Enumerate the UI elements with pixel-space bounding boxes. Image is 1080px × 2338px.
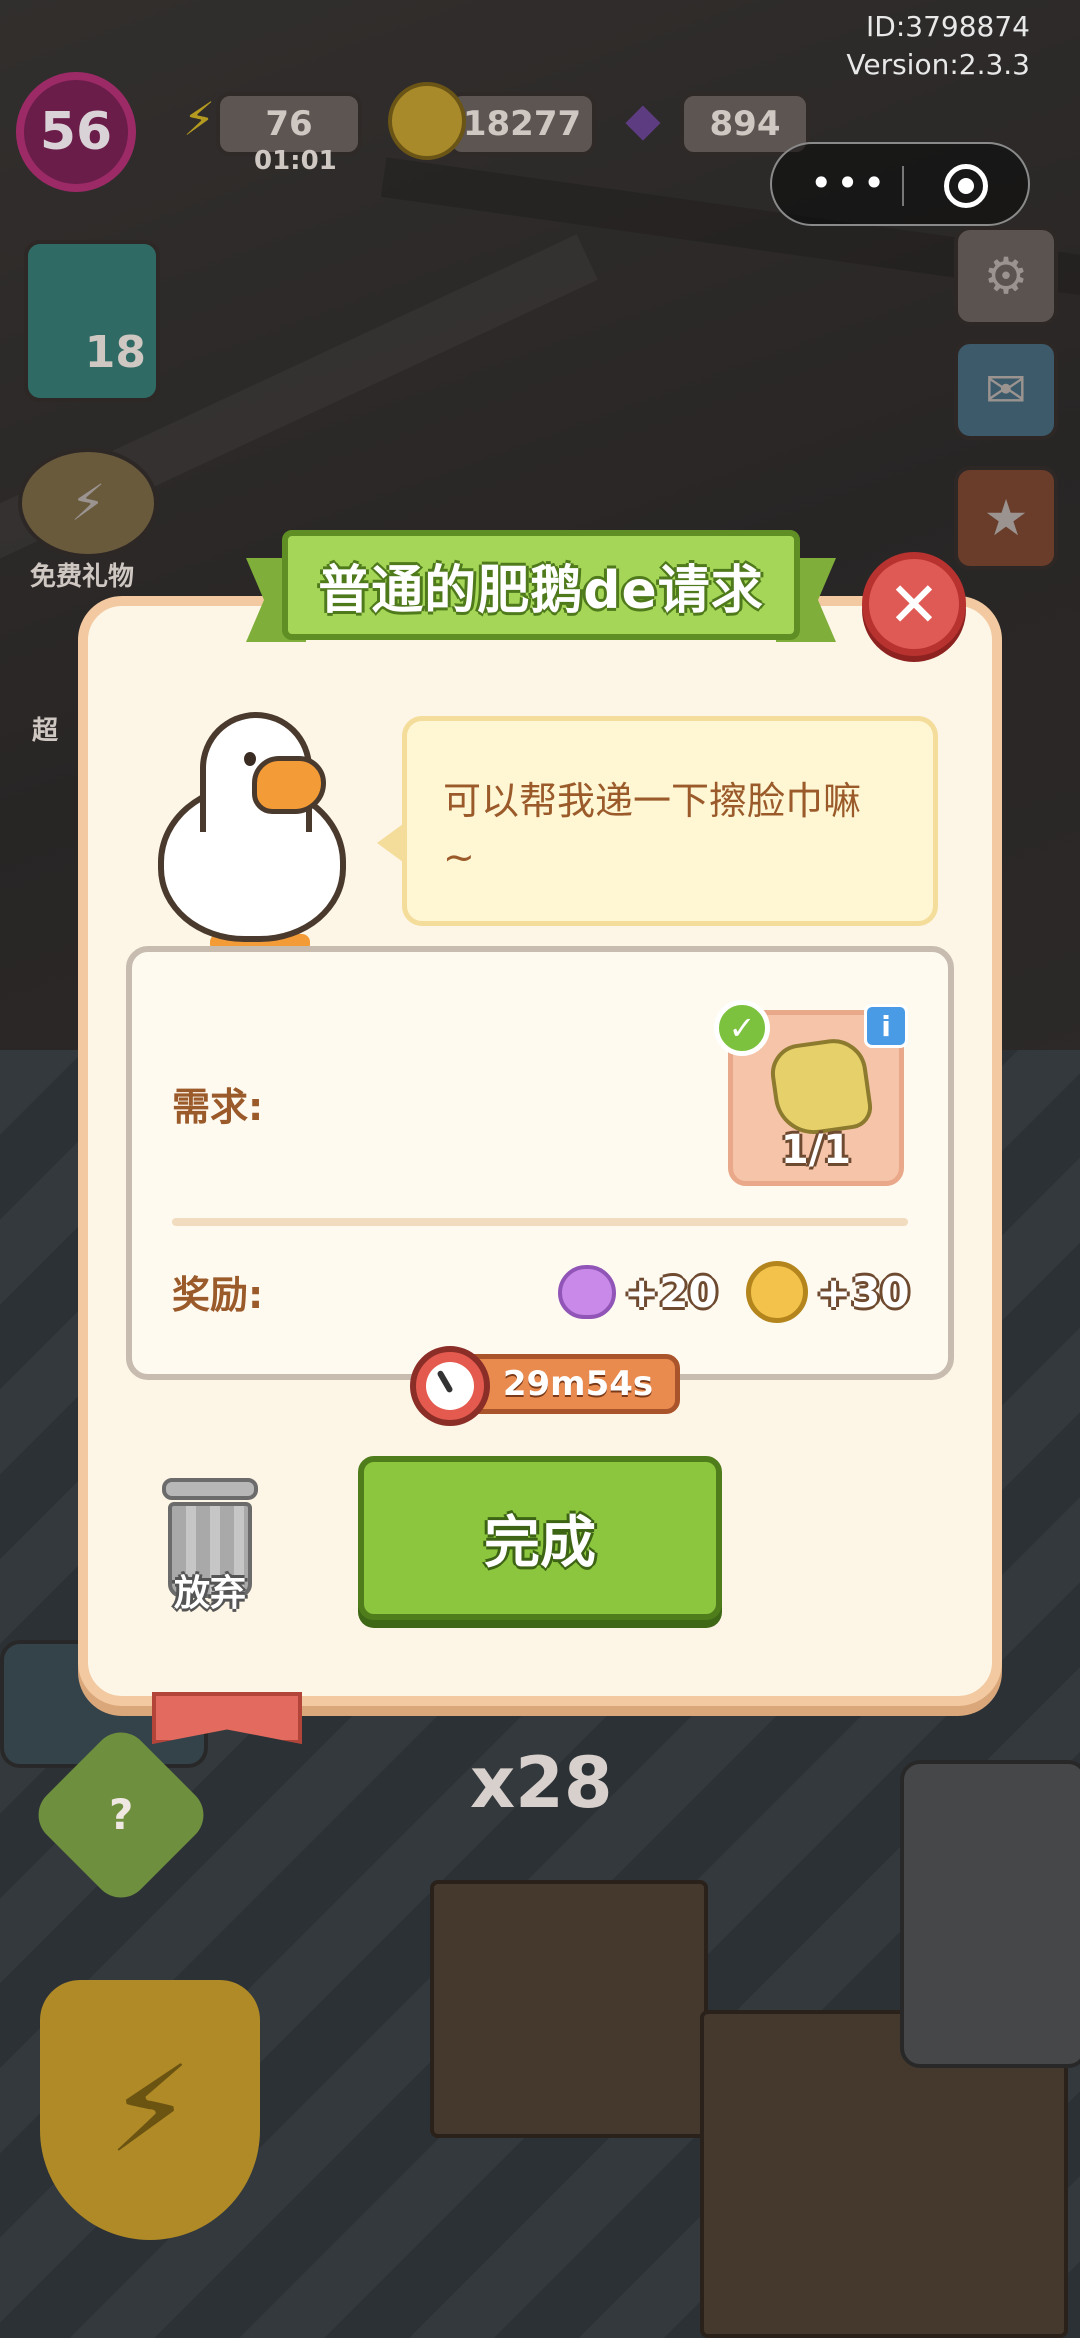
task-board-button[interactable]: 18: [24, 240, 160, 402]
item-stack-count: x28: [470, 1742, 613, 1824]
mail-icon: ✉: [985, 361, 1027, 419]
close-button[interactable]: ✕: [862, 552, 966, 656]
capsule-divider: [902, 166, 904, 206]
section-divider: [172, 1218, 908, 1226]
required-item-progress: 1/1: [780, 1127, 852, 1173]
settings-button[interactable]: ⚙: [954, 226, 1058, 326]
close-miniprogram-icon[interactable]: [944, 164, 988, 208]
clock-icon: [410, 1346, 490, 1426]
version-label: Version:2.3.3: [846, 48, 1030, 81]
dialog-title: 普通的肥鹅de请求: [318, 560, 764, 621]
energy-boost-button[interactable]: ⚡: [40, 1980, 260, 2240]
super-offer-label: 超: [32, 716, 59, 746]
energy-timer: 01:01: [254, 146, 337, 176]
free-gift-button[interactable]: ⚡: [18, 448, 158, 558]
reward-coins: +30: [746, 1261, 910, 1323]
complete-button[interactable]: 完成: [358, 1456, 722, 1620]
achievement-button[interactable]: ★: [954, 466, 1058, 570]
discard-label: 放弃: [173, 1573, 246, 1614]
speech-bubble: 可以帮我递一下擦脸巾嘛 ~: [377, 716, 938, 926]
close-icon: ✕: [888, 567, 940, 641]
heart-icon: [558, 1265, 616, 1319]
more-menu-icon[interactable]: •••: [810, 164, 889, 202]
reward-label: 奖励:: [172, 1273, 264, 1317]
level-value: 56: [39, 102, 113, 162]
reward-hearts: +20: [558, 1262, 718, 1322]
lightning-icon: ⚡: [107, 2040, 193, 2180]
checkmark-icon: ✓: [714, 1000, 770, 1056]
trash-lid: [162, 1478, 258, 1500]
request-timer: 29m54s: [410, 1346, 680, 1426]
coin-value: 18277: [462, 104, 582, 144]
coin-counter[interactable]: 18277: [448, 92, 596, 156]
gem-icon: ◆: [625, 92, 661, 146]
goose-eye: [244, 752, 256, 766]
free-gift-label: 免费礼物: [30, 562, 135, 592]
reward-heart-amount: +20: [624, 1267, 718, 1317]
player-level-badge[interactable]: 56: [16, 72, 136, 192]
user-id: ID:3798874: [866, 10, 1030, 43]
star-medal-icon: ★: [983, 489, 1029, 547]
question-icon: ?: [108, 1790, 134, 1840]
complete-label: 完成: [484, 1510, 596, 1576]
dialog-title-ribbon: 普通的肥鹅de请求: [246, 530, 836, 654]
ribbon-band: 普通的肥鹅de请求: [282, 530, 800, 640]
lightning-icon: ⚡: [182, 92, 216, 146]
coin-icon: [388, 82, 466, 160]
account-info: ID:3798874 Version:2.3.3: [846, 8, 1030, 84]
task-count: 18: [84, 327, 146, 378]
timer-value: 29m54s: [502, 1364, 654, 1404]
reward-coin-amount: +30: [816, 1267, 910, 1317]
coin-icon: [746, 1261, 808, 1323]
gem-value: 894: [709, 104, 781, 144]
info-icon[interactable]: i: [864, 1004, 908, 1048]
speech-text: 可以帮我递一下擦脸巾嘛 ~: [443, 779, 862, 879]
mail-button[interactable]: ✉: [954, 340, 1058, 440]
goose-beak: [252, 756, 326, 814]
gear-icon: ⚙: [983, 247, 1029, 305]
goose-character: [150, 712, 350, 952]
miniprogram-capsule: •••: [770, 142, 1030, 226]
face-towel-icon: [767, 1034, 875, 1140]
request-details-panel: 需求: 1/1 ✓ i 奖励: +20 +30: [126, 946, 954, 1380]
discard-button[interactable]: 放弃: [150, 1472, 270, 1622]
energy-value: 76: [265, 104, 313, 144]
requirement-label: 需求:: [172, 1085, 264, 1129]
